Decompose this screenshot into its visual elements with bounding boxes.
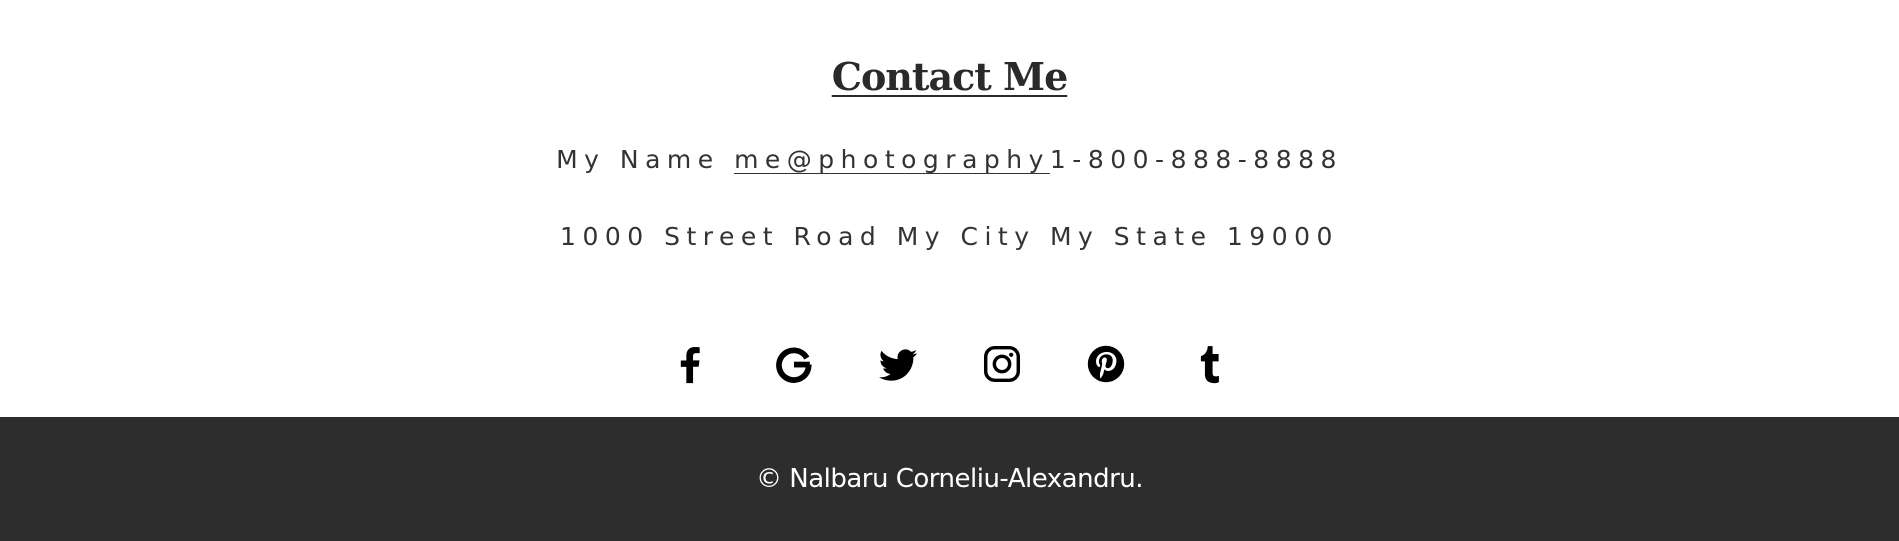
copyright-text: © Nalbaru Corneliu-Alexandru. [755, 464, 1144, 494]
instagram-link[interactable] [978, 340, 1026, 388]
tumblr-icon [1200, 346, 1219, 384]
contact-title: Contact Me [831, 54, 1069, 99]
contact-section: Contact Me My Name me@photography1-800-8… [0, 0, 1899, 417]
contact-name: My Name [556, 145, 735, 174]
contact-address: 1000 Street Road My City My State 19000 [560, 222, 1339, 251]
twitter-link[interactable] [874, 340, 922, 388]
contact-info-line: My Name me@photography1-800-888-8888 [0, 142, 1899, 178]
contact-phone: 1-800-888-8888 [1049, 145, 1343, 174]
email-link[interactable]: me@photography [734, 145, 1050, 174]
twitter-icon [878, 349, 917, 381]
facebook-link[interactable] [666, 340, 714, 388]
footer: © Nalbaru Corneliu-Alexandru. [0, 417, 1899, 541]
pinterest-icon [1087, 345, 1124, 383]
google-link[interactable] [770, 340, 818, 388]
google-icon [775, 347, 812, 383]
facebook-icon [680, 347, 700, 384]
pinterest-link[interactable] [1082, 340, 1130, 388]
instagram-icon [983, 345, 1020, 383]
social-links [0, 336, 1899, 392]
tumblr-link[interactable] [1186, 340, 1234, 388]
